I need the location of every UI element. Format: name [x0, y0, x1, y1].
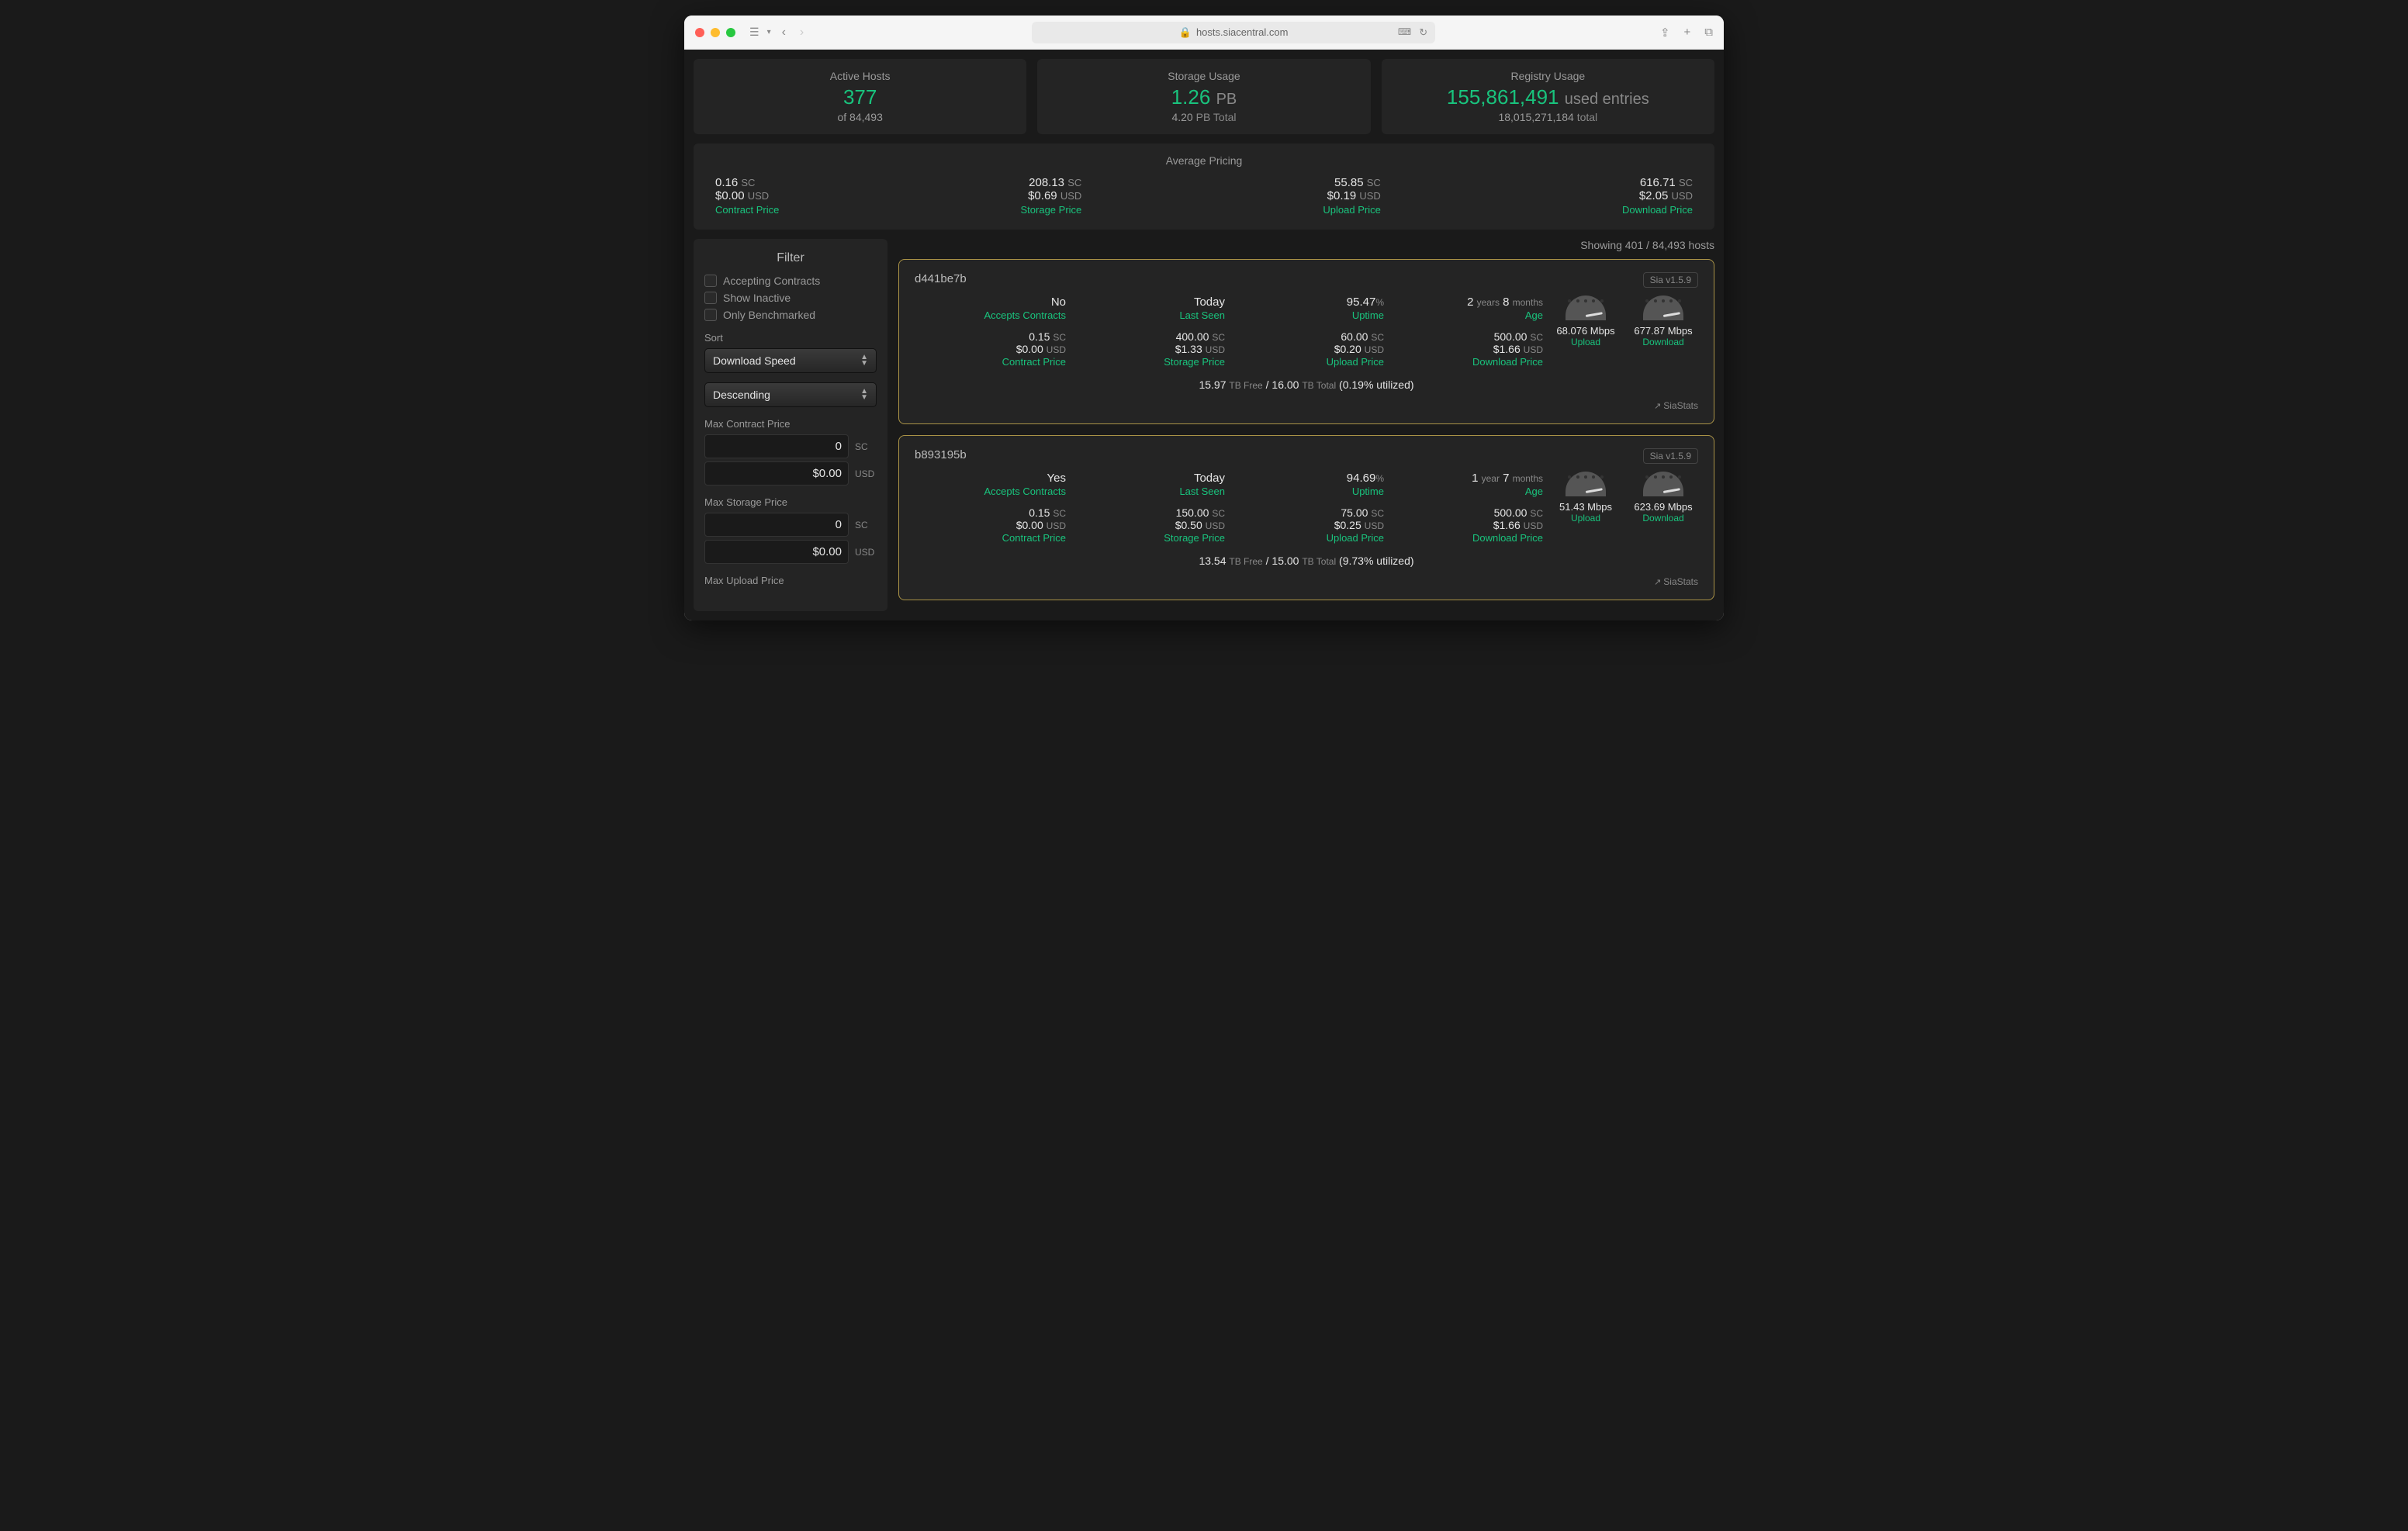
- storage-usage-card: Storage Usage 1.26 PB 4.20 PB Total: [1037, 59, 1370, 134]
- storage-price-col: 208.13 SC $0.69 USD Storage Price: [1021, 176, 1082, 216]
- card-title: Storage Usage: [1048, 70, 1359, 82]
- maximize-icon[interactable]: [726, 28, 735, 37]
- max-storage-sc-input[interactable]: 0: [704, 513, 849, 537]
- host-version-badge: Sia v1.5.9: [1643, 272, 1698, 288]
- host-storage-summary: 15.97 TB Free / 16.00 TB Total (0.19% ut…: [915, 378, 1698, 391]
- upload-gauge: 68.076 Mbps Upload: [1551, 295, 1621, 368]
- upload-price-col: 55.85 SC $0.19 USD Upload Price: [1323, 176, 1380, 216]
- host-list: Showing 401 / 84,493 hosts d441be7b Sia …: [898, 239, 1714, 611]
- filter-sidebar: Filter Accepting Contracts Show Inactive…: [694, 239, 887, 611]
- max-storage-label: Max Storage Price: [704, 496, 877, 508]
- registry-usage-card: Registry Usage 155,861,491 used entries …: [1382, 59, 1714, 134]
- host-storage-summary: 13.54 TB Free / 15.00 TB Total (9.73% ut…: [915, 555, 1698, 567]
- external-link-icon: ↗: [1654, 578, 1661, 587]
- back-button[interactable]: ‹: [779, 26, 789, 40]
- accepts-col: Yes Accepts Contracts 0.15 SC $0.00 USD …: [915, 472, 1066, 544]
- average-pricing-card: Average Pricing 0.16 SC $0.00 USD Contra…: [694, 143, 1714, 230]
- pricing-title: Average Pricing: [715, 154, 1693, 167]
- contract-price-col: 0.16 SC $0.00 USD Contract Price: [715, 176, 779, 216]
- card-value: 155,861,491 used entries: [1393, 85, 1704, 109]
- checkbox-icon[interactable]: [704, 309, 717, 321]
- sort-label: Sort: [704, 332, 877, 344]
- card-sub: of 84,493: [704, 111, 1015, 123]
- filter-title: Filter: [704, 251, 877, 265]
- gauge-icon: [1566, 295, 1606, 320]
- checkbox-icon[interactable]: [704, 292, 717, 304]
- chevron-down-icon[interactable]: ▾: [767, 28, 771, 36]
- gauge-icon: [1566, 472, 1606, 496]
- external-link-icon: ↗: [1654, 402, 1661, 411]
- titlebar: ☰ ▾ ‹ › 🔒 hosts.siacentral.com ⌨ ↻ ⇪ + ⧉: [684, 16, 1724, 50]
- browser-window: ☰ ▾ ‹ › 🔒 hosts.siacentral.com ⌨ ↻ ⇪ + ⧉…: [684, 16, 1724, 620]
- age-col: 1 year 7 months Age 500.00 SC $1.66 USD …: [1392, 472, 1543, 544]
- max-contract-sc-input[interactable]: 0: [704, 434, 849, 458]
- max-storage-usd-input[interactable]: $0.00: [704, 540, 849, 564]
- host-id: b893195b: [915, 448, 967, 464]
- card-value: 1.26 PB: [1048, 85, 1359, 109]
- page-content: Active Hosts 377 of 84,493 Storage Usage…: [684, 50, 1724, 620]
- card-value: 377: [704, 85, 1015, 109]
- reload-icon[interactable]: ↻: [1419, 26, 1427, 39]
- forward-button[interactable]: ›: [797, 26, 807, 40]
- lastseen-col: Today Last Seen 400.00 SC $1.33 USD Stor…: [1074, 295, 1225, 368]
- showing-count: Showing 401 / 84,493 hosts: [898, 239, 1714, 251]
- max-upload-label: Max Upload Price: [704, 575, 877, 586]
- uptime-col: 95.47% Uptime 60.00 SC $0.20 USD Upload …: [1233, 295, 1384, 368]
- show-inactive-checkbox[interactable]: Show Inactive: [704, 292, 877, 304]
- checkbox-icon[interactable]: [704, 275, 717, 287]
- order-select[interactable]: Descending ▲▼: [704, 382, 877, 407]
- translate-icon[interactable]: ⌨: [1398, 26, 1411, 39]
- upload-gauge: 51.43 Mbps Upload: [1551, 472, 1621, 544]
- host-card[interactable]: d441be7b Sia v1.5.9 No Accepts Contracts…: [898, 259, 1714, 424]
- share-icon[interactable]: ⇪: [1660, 26, 1670, 40]
- accepting-contracts-checkbox[interactable]: Accepting Contracts: [704, 275, 877, 287]
- max-contract-label: Max Contract Price: [704, 418, 877, 430]
- host-version-badge: Sia v1.5.9: [1643, 448, 1698, 464]
- gauge-icon: [1643, 472, 1683, 496]
- uptime-col: 94.69% Uptime 75.00 SC $0.25 USD Upload …: [1233, 472, 1384, 544]
- traffic-lights: [695, 28, 735, 37]
- siastats-link[interactable]: ↗SiaStats: [1654, 576, 1698, 587]
- download-price-col: 616.71 SC $2.05 USD Download Price: [1622, 176, 1693, 216]
- age-col: 2 years 8 months Age 500.00 SC $1.66 USD…: [1392, 295, 1543, 368]
- accepts-col: No Accepts Contracts 0.15 SC $0.00 USD C…: [915, 295, 1066, 368]
- minimize-icon[interactable]: [711, 28, 720, 37]
- siastats-link[interactable]: ↗SiaStats: [1654, 400, 1698, 411]
- card-title: Registry Usage: [1393, 70, 1704, 82]
- download-gauge: 677.87 Mbps Download: [1628, 295, 1698, 368]
- lastseen-col: Today Last Seen 150.00 SC $0.50 USD Stor…: [1074, 472, 1225, 544]
- select-arrows-icon: ▲▼: [860, 389, 868, 401]
- active-hosts-card: Active Hosts 377 of 84,493: [694, 59, 1026, 134]
- lock-icon: 🔒: [1179, 26, 1192, 39]
- card-sub: 4.20 PB Total: [1048, 111, 1359, 123]
- close-icon[interactable]: [695, 28, 704, 37]
- new-tab-icon[interactable]: +: [1684, 26, 1691, 40]
- host-card[interactable]: b893195b Sia v1.5.9 Yes Accepts Contract…: [898, 435, 1714, 600]
- gauge-icon: [1643, 295, 1683, 320]
- tabs-icon[interactable]: ⧉: [1704, 26, 1713, 40]
- sort-select[interactable]: Download Speed ▲▼: [704, 348, 877, 373]
- url-text: hosts.siacentral.com: [1196, 26, 1289, 38]
- select-arrows-icon: ▲▼: [860, 354, 868, 367]
- only-benchmarked-checkbox[interactable]: Only Benchmarked: [704, 309, 877, 321]
- host-id: d441be7b: [915, 272, 967, 288]
- card-title: Active Hosts: [704, 70, 1015, 82]
- max-contract-usd-input[interactable]: $0.00: [704, 461, 849, 486]
- card-sub: 18,015,271,184 total: [1393, 111, 1704, 123]
- download-gauge: 623.69 Mbps Download: [1628, 472, 1698, 544]
- address-bar[interactable]: 🔒 hosts.siacentral.com ⌨ ↻: [1032, 22, 1435, 43]
- sidebar-toggle-icon[interactable]: ☰: [749, 26, 759, 39]
